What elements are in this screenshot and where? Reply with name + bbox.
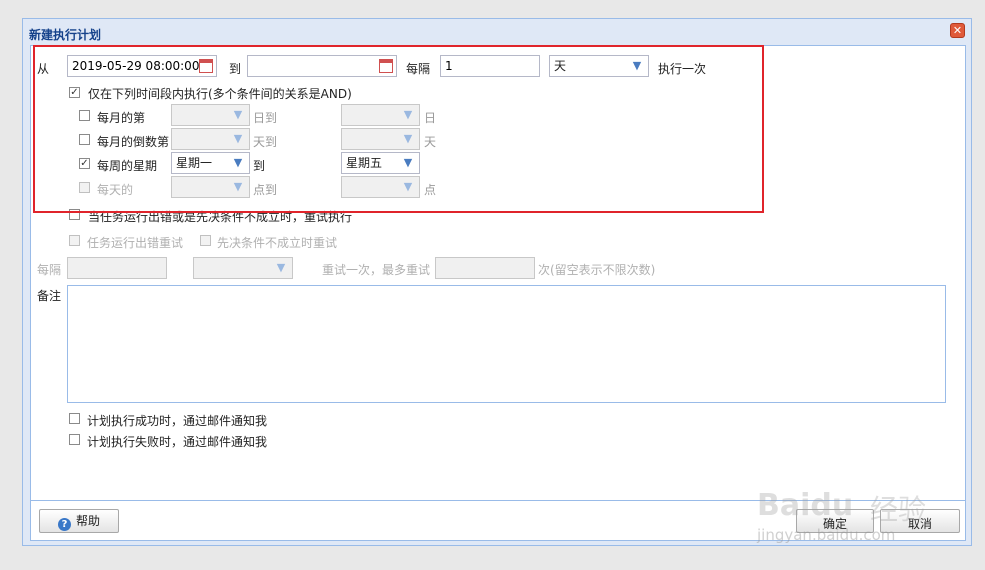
retry-every-label: 每隔: [37, 263, 62, 277]
retry-once-label: 重试一次，最多重试: [322, 263, 431, 277]
chevron-down-icon: ▼: [276, 261, 286, 274]
notes-label: 备注: [37, 289, 62, 303]
retry-max-input[interactable]: [435, 257, 535, 279]
watermark-url: jingyan.baidu.com: [757, 526, 896, 544]
retry-on-error-label: 任务运行出错重试: [87, 236, 184, 250]
retry-on-precondition-checkbox[interactable]: [200, 235, 211, 246]
retry-times-hint: 次(留空表示不限次数): [538, 263, 656, 277]
notify-success-label: 计划执行成功时，通过邮件通知我: [87, 414, 268, 428]
close-icon[interactable]: ✕: [950, 23, 965, 38]
help-button-label: 帮助: [75, 514, 100, 528]
help-button[interactable]: ? 帮助: [39, 509, 119, 533]
help-icon: ?: [57, 518, 71, 531]
retry-on-error-checkbox[interactable]: [69, 235, 80, 246]
notify-failure-label: 计划执行失败时，通过邮件通知我: [87, 435, 268, 449]
highlight-box: [33, 45, 764, 213]
notify-failure-checkbox[interactable]: [69, 434, 80, 445]
notes-textarea[interactable]: [67, 285, 946, 403]
retry-unit-select[interactable]: ▼: [193, 257, 293, 279]
baidu-watermark: Baidu 经验 jingyan.baidu.com: [752, 488, 937, 548]
watermark-product: 经验: [870, 493, 927, 526]
retry-interval-input[interactable]: [67, 257, 167, 279]
watermark-brand: Baidu: [757, 488, 854, 523]
notify-success-checkbox[interactable]: [69, 413, 80, 424]
retry-on-precondition-label: 先决条件不成立时重试: [217, 236, 338, 250]
dialog-title: 新建执行计划: [29, 28, 102, 42]
